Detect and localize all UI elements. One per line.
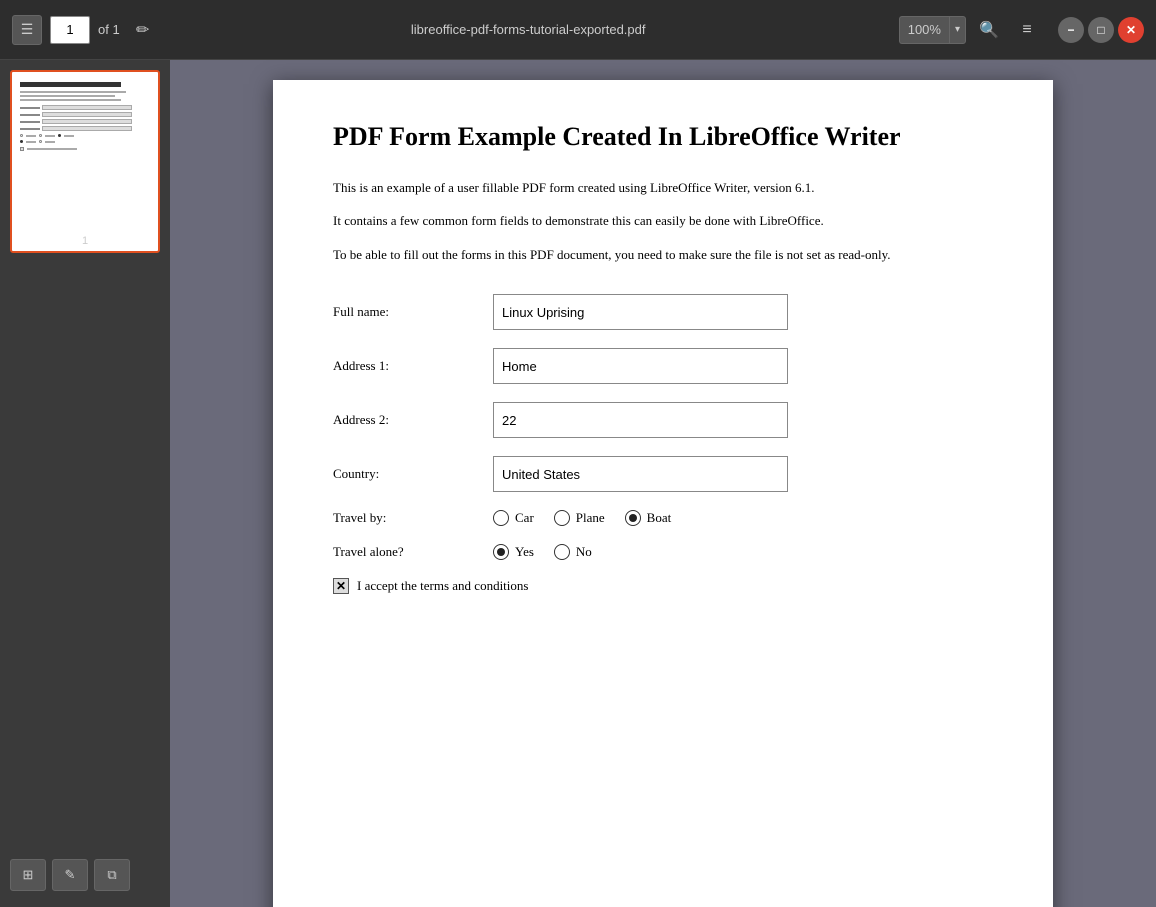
travel-alone-row: Travel alone? Yes No	[333, 544, 993, 560]
sidebar-toggle-button[interactable]: ☰	[12, 15, 42, 45]
address1-input[interactable]	[493, 348, 788, 384]
minimize-button[interactable]: −	[1058, 17, 1084, 43]
thumbnail-preview	[16, 76, 136, 231]
country-row: Country:	[333, 456, 993, 492]
travel-by-label: Travel by:	[333, 510, 493, 526]
pdf-paragraph-3: To be able to fill out the forms in this…	[333, 245, 993, 265]
zoom-value-label: 100%	[899, 16, 949, 44]
travel-by-row: Travel by: Car Plane	[333, 510, 993, 526]
pdf-paragraph-2: It contains a few common form fields to …	[333, 211, 993, 231]
terms-checkbox[interactable]: ✕	[333, 578, 349, 594]
travel-by-boat-label: Boat	[647, 510, 672, 526]
travel-alone-no-radio[interactable]	[554, 544, 570, 560]
menu-icon: ≡	[1022, 21, 1031, 39]
edit-icon: ✏	[136, 20, 149, 40]
travel-by-options: Car Plane Boat	[493, 510, 671, 526]
travel-by-boat-radio[interactable]	[625, 510, 641, 526]
pdf-viewer-area: PDF Form Example Created In LibreOffice …	[170, 60, 1156, 907]
travel-alone-no-option[interactable]: No	[554, 544, 592, 560]
main-area: 1 ⊞ ✎ ⧉ PDF Form Example Created In Libr…	[0, 60, 1156, 907]
layers-icon: ⧉	[107, 867, 116, 883]
grid-icon: ⊞	[23, 867, 34, 883]
search-button[interactable]: 🔍	[974, 15, 1004, 45]
fullname-input[interactable]	[493, 294, 788, 330]
address2-row: Address 2:	[333, 402, 993, 438]
travel-alone-options: Yes No	[493, 544, 592, 560]
page-thumbnail[interactable]: 1	[10, 70, 160, 253]
travel-by-boat-option[interactable]: Boat	[625, 510, 672, 526]
pdf-form: Full name: Address 1: Address 2:	[333, 294, 993, 594]
fullname-label: Full name:	[333, 304, 493, 320]
window-controls: − □ ✕	[1058, 17, 1144, 43]
sidebar-tools: ⊞ ✎ ⧉	[10, 853, 160, 897]
page-number-input[interactable]	[50, 16, 90, 44]
fullname-row: Full name:	[333, 294, 993, 330]
close-button[interactable]: ✕	[1118, 17, 1144, 43]
address1-label: Address 1:	[333, 358, 493, 374]
travel-alone-no-label: No	[576, 544, 592, 560]
pdf-page: PDF Form Example Created In LibreOffice …	[273, 80, 1053, 907]
terms-row: ✕ I accept the terms and conditions	[333, 578, 993, 594]
titlebar: ☰ of 1 ✏ libreoffice-pdf-forms-tutorial-…	[0, 0, 1156, 60]
travel-alone-yes-label: Yes	[515, 544, 534, 560]
zoom-dropdown-button[interactable]: ▾	[949, 16, 966, 44]
country-input[interactable]	[493, 456, 788, 492]
pdf-document-title: PDF Form Example Created In LibreOffice …	[333, 120, 993, 154]
annotation-button[interactable]: ✎	[52, 859, 88, 891]
travel-by-plane-label: Plane	[576, 510, 605, 526]
travel-by-car-label: Car	[515, 510, 534, 526]
terms-label: I accept the terms and conditions	[357, 578, 528, 594]
layers-button[interactable]: ⧉	[94, 859, 130, 891]
maximize-button[interactable]: □	[1088, 17, 1114, 43]
search-icon: 🔍	[979, 20, 999, 40]
travel-by-car-option[interactable]: Car	[493, 510, 534, 526]
sidebar: 1 ⊞ ✎ ⧉	[0, 60, 170, 907]
zoom-control: 100% ▾	[899, 16, 966, 44]
document-title: libreoffice-pdf-forms-tutorial-exported.…	[166, 22, 891, 37]
grid-view-button[interactable]: ⊞	[10, 859, 46, 891]
pdf-paragraph-1: This is an example of a user fillable PD…	[333, 178, 993, 198]
menu-button[interactable]: ≡	[1012, 15, 1042, 45]
edit-button[interactable]: ✏	[128, 15, 158, 45]
annotation-icon: ✎	[65, 867, 76, 883]
travel-alone-yes-option[interactable]: Yes	[493, 544, 534, 560]
country-label: Country:	[333, 466, 493, 482]
travel-alone-label: Travel alone?	[333, 544, 493, 560]
address2-input[interactable]	[493, 402, 788, 438]
travel-by-plane-radio[interactable]	[554, 510, 570, 526]
travel-by-car-radio[interactable]	[493, 510, 509, 526]
address2-label: Address 2:	[333, 412, 493, 428]
travel-alone-yes-radio[interactable]	[493, 544, 509, 560]
sidebar-toggle-icon: ☰	[21, 21, 34, 38]
address1-row: Address 1:	[333, 348, 993, 384]
app-container: ☰ of 1 ✏ libreoffice-pdf-forms-tutorial-…	[0, 0, 1156, 907]
page-total-label: of 1	[98, 22, 120, 37]
page-thumb-number: 1	[16, 235, 154, 247]
travel-by-plane-option[interactable]: Plane	[554, 510, 605, 526]
